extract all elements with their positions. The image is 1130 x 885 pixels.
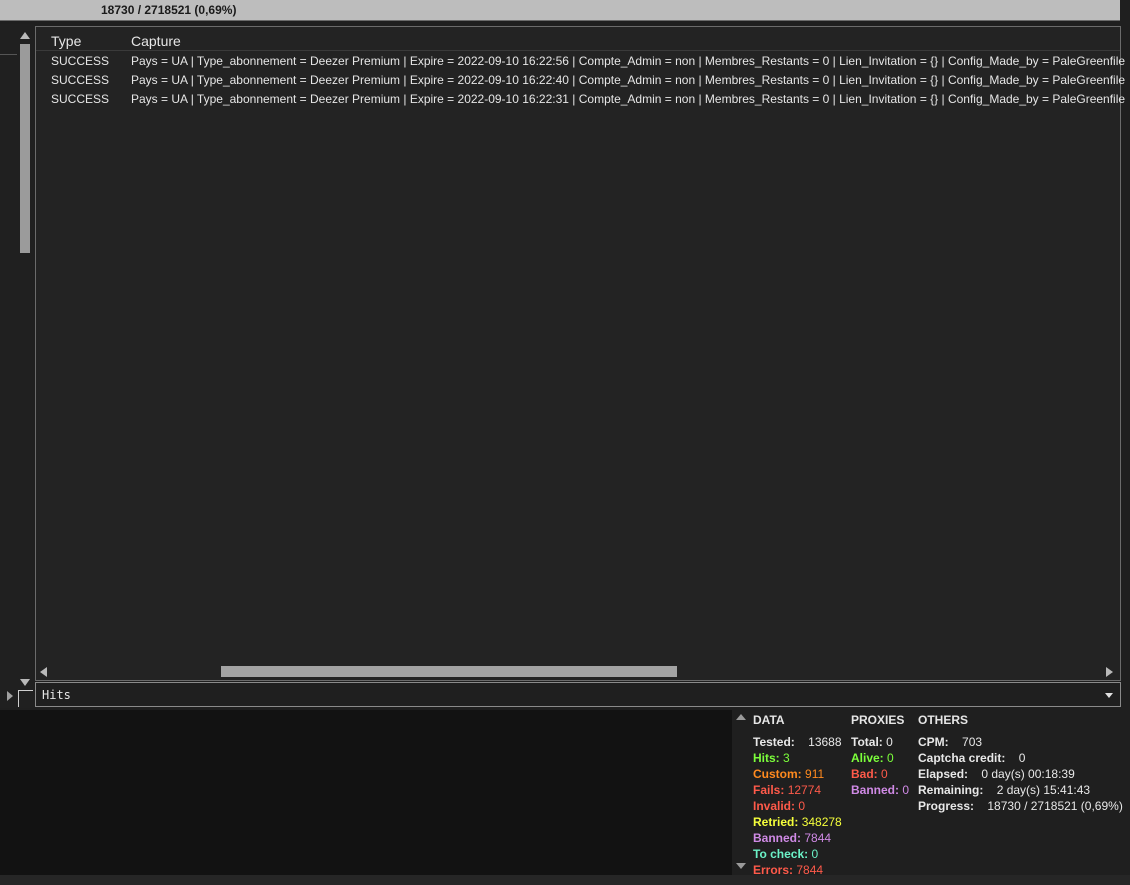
stats-others-title: OTHERS — [918, 713, 969, 727]
stat-remaining: Remaining: 2 day(s) 15:41:43 — [918, 783, 1123, 799]
table-rows: SUCCESS Pays = UA | Type_abonnement = De… — [36, 51, 1125, 108]
stat-proxy-total: Total: 0 — [851, 735, 909, 751]
stat-label: Tested: — [753, 735, 795, 749]
corner-box — [18, 690, 33, 707]
stat-value: 7844 — [804, 831, 832, 845]
stat-label: CPM: — [918, 735, 949, 749]
stat-tested: Tested: 13688 — [753, 735, 842, 751]
scroll-up-arrow-icon[interactable] — [20, 32, 30, 39]
stat-proxy-banned: Banned: 0 — [851, 783, 909, 799]
stat-value: 348278 — [801, 815, 842, 829]
stat-label: Alive: — [851, 751, 884, 765]
stat-custom: Custom: 911 — [753, 767, 842, 783]
cell-capture: Pays = UA | Type_abonnement = Deezer Pre… — [131, 73, 1126, 87]
stat-value: 0 — [902, 783, 910, 797]
scroll-down-arrow-icon[interactable] — [20, 679, 30, 686]
scrollbar-thumb[interactable] — [221, 666, 677, 677]
stat-captcha-credit: Captcha credit: 0 — [918, 751, 1123, 767]
stat-label: Total: — [851, 735, 883, 749]
stat-cpm: CPM: 703 — [918, 735, 1123, 751]
left-pane — [0, 24, 34, 708]
stat-label: Custom: — [753, 767, 802, 781]
stat-value: 0 — [798, 799, 806, 813]
stat-label: Retried: — [753, 815, 799, 829]
stat-value: 13688 — [808, 735, 842, 749]
cell-capture: Pays = UA | Type_abonnement = Deezer Pre… — [131, 92, 1126, 106]
stat-value: 0 — [1018, 751, 1026, 765]
stat-label: To check: — [753, 847, 809, 861]
stat-value: 2 day(s) 15:41:43 — [996, 783, 1091, 797]
stat-elapsed: Elapsed: 0 day(s) 00:18:39 — [918, 767, 1123, 783]
stat-value: 3 — [783, 751, 790, 765]
table-row[interactable]: SUCCESS Pays = UA | Type_abonnement = De… — [36, 89, 1125, 108]
stats-proxies-column: PROXIES Total: 0 Alive: 0 Bad: 0 Banned:… — [851, 713, 909, 799]
cell-type: SUCCESS — [51, 54, 110, 68]
stat-value: 0 — [887, 751, 894, 765]
stat-retried: Retried: 348278 — [753, 815, 842, 831]
stat-value: 0 — [881, 767, 888, 781]
scroll-right-arrow-icon[interactable] — [1106, 667, 1113, 677]
stat-value: 0 — [886, 735, 893, 749]
stat-label: Remaining: — [918, 783, 984, 797]
stats-data-title: DATA — [753, 713, 785, 727]
table-header: Type Capture — [36, 27, 1120, 51]
chevron-down-icon[interactable] — [1105, 693, 1113, 698]
table-row[interactable]: SUCCESS Pays = UA | Type_abonnement = De… — [36, 70, 1125, 89]
progress-bar: 18730 / 2718521 (0,69%) — [0, 0, 1120, 21]
stat-to-check: To check: 0 — [753, 847, 842, 863]
expand-arrow-icon[interactable] — [7, 691, 13, 701]
column-header-type[interactable]: Type — [51, 33, 81, 49]
stat-label: Progress: — [918, 799, 975, 813]
result-type-dropdown[interactable]: Hits — [35, 682, 1121, 707]
cell-type: SUCCESS — [51, 92, 110, 106]
dropdown-value: Hits — [42, 688, 71, 702]
stat-value: 18730 / 2718521 (0,69%) — [987, 799, 1123, 813]
stat-value: 703 — [962, 735, 983, 749]
column-header-capture[interactable]: Capture — [131, 33, 181, 49]
scroll-left-arrow-icon[interactable] — [40, 667, 47, 677]
stat-label: Banned: — [753, 831, 801, 845]
stats-data-column: DATA Tested: 13688 Hits: 3 Custom: 911 F… — [753, 713, 842, 879]
stat-label: Hits: — [753, 751, 780, 765]
stat-progress: Progress: 18730 / 2718521 (0,69%) — [918, 799, 1123, 815]
scroll-down-arrow-icon[interactable] — [736, 863, 746, 869]
stat-label: Elapsed: — [918, 767, 969, 781]
log-output[interactable] — [0, 710, 732, 875]
bottom-strip — [0, 875, 1130, 885]
stat-label: Captcha credit: — [918, 751, 1006, 765]
stat-hits: Hits: 3 — [753, 751, 842, 767]
stat-proxy-bad: Bad: 0 — [851, 767, 909, 783]
cell-type: SUCCESS — [51, 73, 110, 87]
stats-others-column: OTHERS CPM: 703 Captcha credit: 0 Elapse… — [918, 713, 1123, 815]
stats-scrollbar[interactable] — [734, 712, 748, 874]
stat-banned: Banned: 7844 — [753, 831, 842, 847]
stat-proxy-alive: Alive: 0 — [851, 751, 909, 767]
divider — [0, 54, 17, 55]
scroll-up-arrow-icon[interactable] — [736, 714, 746, 720]
stats-proxies-title: PROXIES — [851, 713, 905, 727]
stat-label: Fails: — [753, 783, 785, 797]
stat-value: 911 — [805, 767, 825, 781]
stat-value: 0 day(s) 00:18:39 — [981, 767, 1075, 781]
stat-value: 12774 — [787, 783, 822, 797]
stat-label: Bad: — [851, 767, 878, 781]
stat-fails: Fails: 12774 — [753, 783, 842, 799]
stat-invalid: Invalid: 0 — [753, 799, 842, 815]
vertical-scrollbar[interactable] — [17, 30, 33, 690]
stat-label: Invalid: — [753, 799, 796, 813]
results-table: Type Capture SUCCESS Pays = UA | Type_ab… — [35, 26, 1125, 681]
scrollbar-thumb[interactable] — [20, 44, 30, 253]
horizontal-scrollbar[interactable] — [36, 664, 1119, 680]
table-row[interactable]: SUCCESS Pays = UA | Type_abonnement = De… — [36, 51, 1125, 70]
cell-capture: Pays = UA | Type_abonnement = Deezer Pre… — [131, 54, 1126, 68]
stat-value: 0 — [811, 847, 819, 861]
progress-text: 18730 / 2718521 (0,69%) — [101, 3, 237, 17]
stat-label: Banned: — [851, 783, 899, 797]
app-window: 18730 / 2718521 (0,69%) Type Capture SUC… — [0, 0, 1130, 885]
